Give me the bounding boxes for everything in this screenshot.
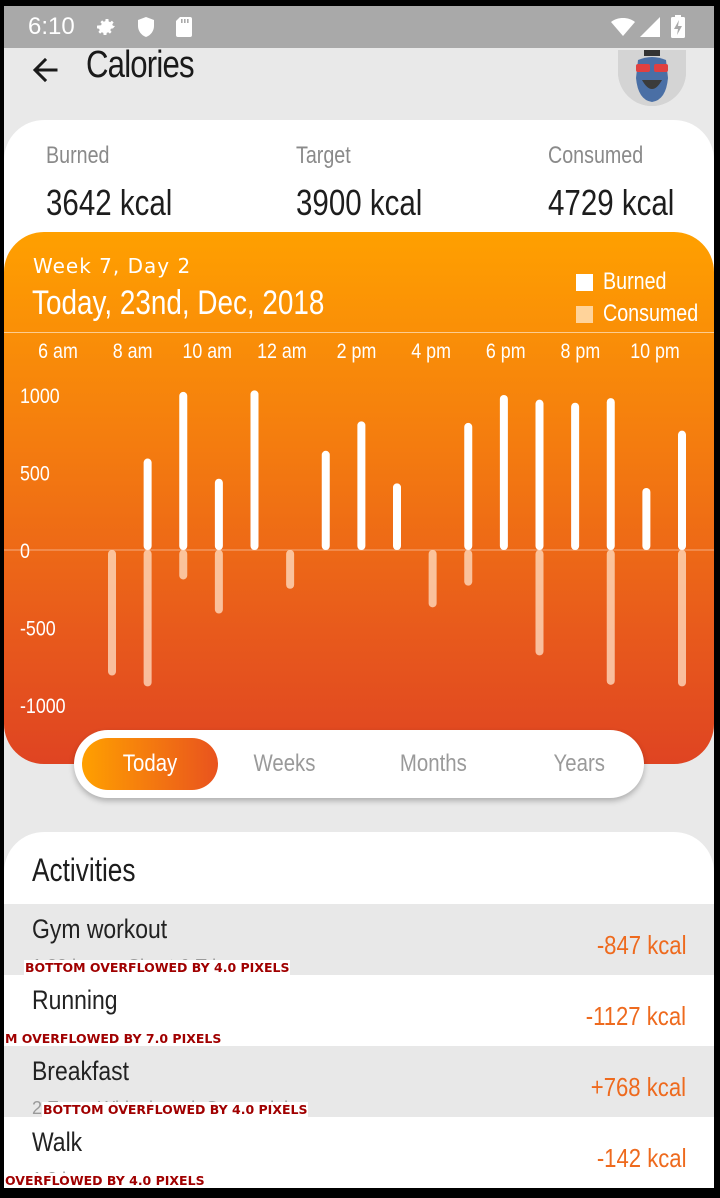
back-button[interactable]	[26, 50, 70, 94]
consumed-bar	[678, 550, 686, 687]
consumed-bar	[464, 550, 473, 586]
activities-title: Activities	[32, 852, 136, 888]
burned-bar	[499, 395, 508, 550]
consumed-bar	[428, 550, 437, 608]
x-tick-label: 4 pm	[411, 340, 451, 364]
x-tick-label: 8 am	[113, 340, 153, 364]
burned-label: Burned	[46, 142, 110, 169]
sd-card-icon	[176, 17, 192, 37]
target-value: 3900 kcal	[296, 182, 423, 223]
x-tick-label: 8 pm	[561, 340, 601, 364]
tab-today[interactable]: Today	[82, 738, 218, 790]
y-tick-label: 0	[20, 540, 30, 564]
legend-burned-label: Burned	[603, 268, 667, 295]
calorie-chart: 6 am 8 am 10 am 12 am 2 pm 4 pm 6 pm 8 pm 10 pm 1…	[4, 340, 714, 719]
x-tick-label: 6 pm	[486, 340, 526, 364]
consumed-bar	[143, 550, 152, 687]
overflow-warning: BOTTOM OVERFLOWED BY 4.0 PIXELS	[24, 960, 291, 975]
tab-weeks[interactable]: Weeks	[216, 738, 352, 790]
burned-bar	[642, 488, 651, 550]
chart-card: Week 7, Day 2 Today, 23nd, Dec, 2018 Bur…	[4, 232, 714, 764]
consumed-bar	[606, 550, 615, 685]
y-tick-label: -500	[20, 617, 56, 641]
overflow-warning: M OVERFLOWED BY 7.0 PIXELS	[4, 1031, 223, 1046]
legend-consumed-label: Consumed	[603, 300, 699, 327]
consumed-bar	[286, 550, 295, 589]
burned-bar	[250, 390, 259, 550]
burned-bar	[214, 478, 223, 550]
activity-row-gym[interactable]: Gym workout 1:20 hours, Chest & Triceps …	[4, 904, 714, 975]
avatar[interactable]	[618, 50, 686, 106]
consumed-bar	[108, 550, 116, 676]
consumed-label: Consumed	[548, 142, 644, 169]
profile-photo	[618, 50, 686, 106]
week-label: Week 7, Day 2	[33, 254, 192, 278]
burned-bar	[535, 399, 544, 550]
activity-name: Running	[32, 985, 118, 1015]
gear-icon	[97, 19, 115, 36]
consumed-summary: Consumed 4729 kcal	[548, 142, 702, 224]
burned-bar	[179, 391, 188, 550]
burned-bar	[143, 458, 152, 550]
tab-months[interactable]: Months	[365, 738, 501, 790]
target-label: Target	[296, 142, 351, 169]
burned-value: 3642 kcal	[46, 182, 173, 223]
x-tick-label: 10 am	[182, 340, 232, 364]
wifi-icon	[611, 18, 635, 36]
x-tick-label: 6 am	[38, 340, 78, 364]
legend-consumed: Consumed	[576, 300, 714, 328]
burned-bar	[393, 483, 401, 550]
legend-burned-swatch	[576, 273, 593, 291]
activity-kcal: -847 kcal	[596, 930, 686, 960]
period-selector: Today Weeks Months Years	[74, 730, 644, 798]
activities-panel: Activities Gym workout 1:20 hours, Chest…	[4, 832, 714, 1188]
target-summary: Target 3900 kcal	[296, 142, 450, 224]
legend-burned: Burned	[576, 268, 680, 296]
activity-row-walk[interactable]: Walk 1:3 hours -142 kcal OVERFLOWED BY 4…	[4, 1117, 714, 1188]
shield-icon	[138, 17, 154, 37]
activity-kcal: +768 kcal	[590, 1072, 686, 1102]
activity-row-breakfast[interactable]: Breakfast 2 Eggs, White bread, Orange ju…	[4, 1046, 714, 1117]
x-tick-label: 12 am	[257, 340, 307, 364]
overflow-warning: OVERFLOWED BY 4.0 PIXELS	[4, 1173, 206, 1188]
activity-kcal: -142 kcal	[596, 1143, 686, 1173]
burned-summary: Burned 3642 kcal	[46, 142, 200, 224]
burned-bar	[571, 402, 580, 550]
y-tick-label: -1000	[20, 695, 66, 719]
app-screen: 6:10 Calories Burned 3642 kcal Target 39…	[4, 6, 714, 1188]
status-time: 6:10	[28, 13, 75, 40]
consumed-bar	[214, 550, 223, 614]
page-title: Calories	[86, 44, 195, 86]
x-tick-label: 10 pm	[630, 340, 680, 364]
battery-charging-icon	[671, 15, 685, 38]
activity-name: Breakfast	[32, 1056, 129, 1086]
y-tick-label: 500	[20, 462, 50, 486]
overflow-warning: BOTTOM OVERFLOWED BY 4.0 PIXELS	[42, 1102, 309, 1117]
activity-name: Gym workout	[32, 914, 168, 944]
status-bar: 6:10	[4, 6, 714, 48]
activity-row-running[interactable]: Running -1127 kcal M OVERFLOWED BY 7.0 P…	[4, 975, 714, 1046]
consumed-bar	[179, 550, 188, 580]
burned-bar	[678, 430, 686, 550]
burned-bar	[357, 421, 366, 550]
consumed-value: 4729 kcal	[548, 182, 675, 223]
activity-kcal: -1127 kcal	[585, 1001, 686, 1031]
consumed-bar	[535, 550, 544, 656]
date-label: Today, 23nd, Dec, 2018	[32, 284, 325, 322]
signal-icon	[640, 17, 660, 37]
arrow-left-icon	[32, 57, 58, 83]
burned-bar	[606, 398, 615, 550]
activity-name: Walk	[32, 1127, 83, 1157]
x-tick-label: 2 pm	[337, 340, 377, 364]
tab-years[interactable]: Years	[511, 738, 647, 790]
legend-consumed-swatch	[576, 305, 593, 323]
burned-bar	[321, 450, 330, 550]
y-tick-label: 1000	[20, 385, 60, 409]
burned-bar	[464, 422, 473, 550]
